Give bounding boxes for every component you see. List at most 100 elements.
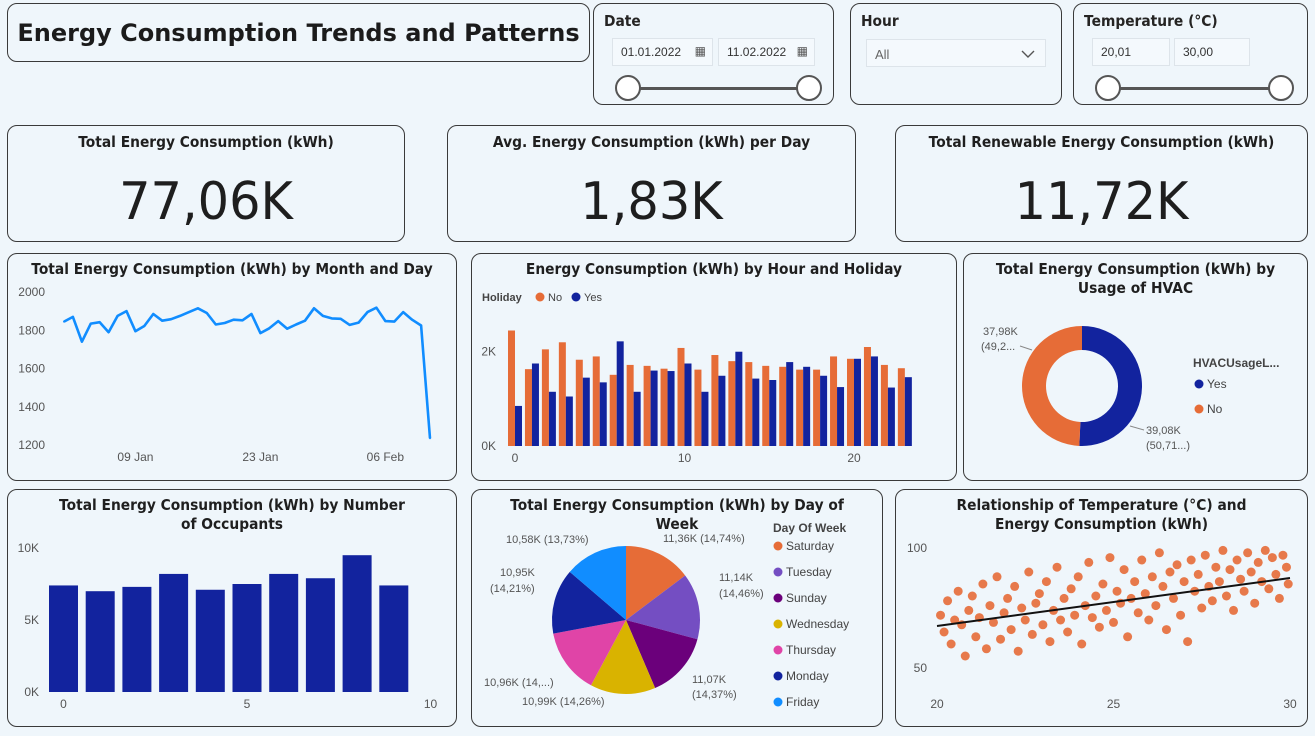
legend-label: No xyxy=(1207,402,1223,416)
data-point xyxy=(964,605,974,615)
date-slider-start-handle[interactable] xyxy=(615,75,641,101)
temperature-to-input[interactable]: 30,00 xyxy=(1174,38,1250,66)
data-label: 11,07K xyxy=(692,674,727,686)
data-point xyxy=(321,314,324,317)
data-point xyxy=(1010,581,1020,591)
data-label: 10,95K xyxy=(500,567,536,579)
data-label: (14,46%) xyxy=(719,588,764,600)
hvac-donut-chart: 39,08K (50,71...) 37,98K (49,2... HVACUsageL… xyxy=(981,326,1279,452)
kpi-label: Total Renewable Energy Consumption (kWh) xyxy=(928,133,1275,151)
data-point xyxy=(116,314,119,317)
data-label: 10,99K (14,26%) xyxy=(522,696,605,708)
kpi-value: 77,06K xyxy=(119,172,293,232)
kpi-value: 1,83K xyxy=(580,172,723,232)
bar-no xyxy=(592,356,600,446)
temperature-from-value: 20,01 xyxy=(1101,45,1132,59)
bar-yes xyxy=(786,362,794,446)
data-point xyxy=(1232,555,1242,565)
legend-label: Tuesday xyxy=(786,565,832,579)
calendar-icon[interactable]: ▦ xyxy=(695,44,706,58)
data-label: 10,96K (14,...) xyxy=(484,677,554,689)
data-point xyxy=(1020,615,1030,625)
date-slider-end-handle[interactable] xyxy=(796,75,822,101)
data-point xyxy=(1264,584,1274,594)
bar-yes xyxy=(701,391,709,446)
kpi-card-total: Total Energy Consumption (kWh) 77,06K xyxy=(7,125,405,242)
data-point xyxy=(1052,562,1062,572)
data-point xyxy=(277,320,280,323)
data-point xyxy=(1066,584,1076,594)
data-point xyxy=(98,321,101,324)
y-tick-label: 2000 xyxy=(18,285,45,299)
data-point xyxy=(971,632,981,642)
bar-no xyxy=(643,365,651,446)
hour-slicer-label: Hour xyxy=(861,12,899,30)
data-point xyxy=(1041,577,1051,587)
bar-yes xyxy=(752,378,760,446)
x-tick-label: 06 Feb xyxy=(367,450,405,464)
data-point xyxy=(143,325,146,328)
x-tick-label: 23 Jan xyxy=(242,450,278,464)
data-point xyxy=(1229,605,1239,615)
data-point xyxy=(1119,565,1129,575)
y-tick-label: 5K xyxy=(24,613,39,627)
bar-yes xyxy=(650,370,658,446)
hour-slicer: Hour All xyxy=(850,3,1062,105)
data-point xyxy=(1003,593,1013,603)
bar xyxy=(195,589,225,692)
legend-label: Monday xyxy=(786,669,829,683)
data-point xyxy=(1221,591,1231,601)
legend-marker xyxy=(1194,404,1204,414)
data-point xyxy=(1073,572,1083,582)
bar-no xyxy=(541,349,549,446)
data-point xyxy=(1034,589,1044,599)
data-point xyxy=(1179,577,1189,587)
kpi-card-avg: Avg. Energy Consumption (kWh) per Day 1,… xyxy=(447,125,856,242)
temperature-from-input[interactable]: 20,01 xyxy=(1092,38,1170,66)
temperature-slider-track[interactable] xyxy=(1108,87,1282,90)
leader-line xyxy=(1019,345,1033,351)
data-point xyxy=(1158,581,1168,591)
data-label: 11,36K (14,74%) xyxy=(663,533,745,545)
data-point xyxy=(1013,646,1023,656)
x-tick-label: 09 Jan xyxy=(117,450,153,464)
hour-dropdown[interactable]: All xyxy=(866,39,1046,67)
date-to-input[interactable]: 11.02.2022 ▦ xyxy=(718,38,815,66)
data-point xyxy=(393,320,396,323)
data-point xyxy=(366,311,369,314)
data-point xyxy=(348,323,351,326)
temperature-slider-start-handle[interactable] xyxy=(1095,75,1121,101)
legend-label: Yes xyxy=(1207,377,1227,391)
bar-yes xyxy=(837,387,845,446)
data-point xyxy=(1165,567,1175,577)
bar-no xyxy=(830,356,838,446)
data-point xyxy=(1059,593,1069,603)
data-point xyxy=(179,314,182,317)
kpi-label: Total Energy Consumption (kWh) xyxy=(78,133,334,151)
data-point xyxy=(1225,565,1235,575)
legend-label: Yes xyxy=(584,292,602,304)
line-chart-card: Total Energy Consumption (kWh) by Month … xyxy=(7,253,457,481)
y-tick-label: 1400 xyxy=(18,400,45,414)
temperature-slider-end-handle[interactable] xyxy=(1268,75,1294,101)
calendar-icon[interactable]: ▦ xyxy=(797,44,808,58)
date-slider-track[interactable] xyxy=(628,87,809,90)
date-from-input[interactable]: 01.01.2022 ▦ xyxy=(612,38,713,66)
temperature-slicer: Temperature (°C) 20,01 30,00 xyxy=(1073,3,1308,105)
x-tick-label: 30 xyxy=(1283,697,1297,711)
data-label: 10,58K (13,73%) xyxy=(506,534,589,546)
date-slicer: Date 01.01.2022 ▦ 11.02.2022 ▦ xyxy=(593,3,834,105)
x-tick-label: 10 xyxy=(678,451,692,465)
hour-holiday-chart: Holiday No Yes 2K 0K 0 10 20 xyxy=(481,292,912,465)
data-point xyxy=(1084,557,1094,567)
bar-yes xyxy=(718,375,726,446)
occupants-bar-chart: 10K 5K 0K 0 5 10 xyxy=(18,541,438,711)
data-point xyxy=(295,323,298,326)
y-tick-label: 2K xyxy=(481,345,496,359)
legend-title: HVACUsageL... xyxy=(1193,356,1279,370)
bar-no xyxy=(524,369,532,446)
data-point xyxy=(1017,603,1027,613)
data-point xyxy=(107,331,110,334)
data-point xyxy=(384,320,387,323)
data-point xyxy=(429,437,431,440)
